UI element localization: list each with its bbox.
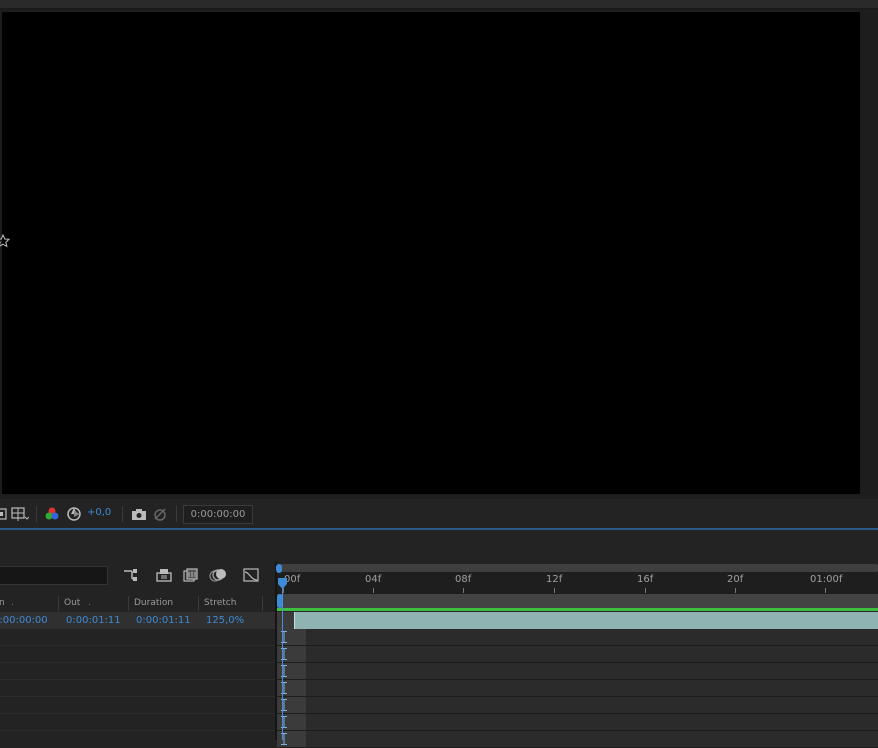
region-of-interest-icon[interactable]	[0, 506, 10, 522]
playhead-handle-icon[interactable]	[277, 578, 288, 590]
graph-editor-icon[interactable]	[242, 567, 260, 583]
viewer-tab-strip	[0, 0, 878, 9]
layer-duration-bar[interactable]	[294, 612, 878, 629]
list-item	[0, 629, 275, 646]
list-item	[0, 714, 275, 731]
column-in[interactable]: n	[0, 598, 5, 608]
track-row	[277, 663, 878, 680]
layer-stretch[interactable]: 125,0%	[206, 615, 244, 626]
exposure-value[interactable]: +0,0	[87, 507, 111, 518]
list-item	[0, 680, 275, 697]
render-cache-indicator	[277, 608, 878, 611]
track-row	[277, 680, 878, 697]
ruler-tick	[373, 588, 374, 593]
layer-property-rows	[0, 629, 275, 740]
snapshot-camera-icon[interactable]	[131, 506, 147, 522]
grid-guides-icon[interactable]	[11, 506, 30, 522]
draft-3d-icon[interactable]	[155, 567, 173, 583]
anchor-star-icon	[0, 233, 11, 248]
playhead-line[interactable]	[282, 582, 283, 740]
sort-indicator: .	[11, 598, 14, 608]
track-row	[277, 646, 878, 663]
ruler-label: 04f	[365, 574, 382, 585]
layer-duration[interactable]: 0:00:01:11	[136, 615, 191, 626]
column-divider	[128, 596, 129, 611]
ruler-tick	[735, 588, 736, 593]
ruler-label: 20f	[727, 574, 744, 585]
ruler-label: 08f	[455, 574, 472, 585]
layer-out-point[interactable]: 0:00:01:11	[66, 615, 121, 626]
current-time-display[interactable]: 0:00:00:00	[183, 505, 253, 524]
navigator-start-handle[interactable]	[276, 564, 282, 573]
toolbar-divider	[122, 506, 123, 522]
work-area-bar[interactable]	[277, 594, 878, 608]
channel-rgb-icon[interactable]	[44, 506, 60, 522]
list-item	[0, 697, 275, 714]
ruler-tick	[463, 588, 464, 593]
layer-bar-gap	[277, 612, 294, 629]
composition-flowchart-icon[interactable]	[122, 567, 140, 583]
layer-search-input[interactable]	[0, 566, 108, 585]
column-stretch[interactable]: Stretch	[204, 598, 236, 608]
motion-blur-icon[interactable]	[209, 567, 227, 583]
column-divider	[262, 596, 263, 611]
ruler-label: 16f	[637, 574, 654, 585]
column-duration[interactable]: Duration	[134, 598, 173, 608]
layer-in-point[interactable]: 0:00:00:00	[0, 615, 48, 626]
show-snapshot-icon[interactable]	[152, 506, 168, 522]
column-divider	[58, 596, 59, 611]
ruler-label: 01:00f	[810, 574, 843, 585]
sort-indicator: .	[88, 598, 91, 608]
timeline-property-tracks	[277, 629, 878, 748]
ruler-tick	[554, 588, 555, 593]
toolbar-divider	[176, 506, 177, 522]
list-item	[0, 646, 275, 663]
ruler-tick	[825, 588, 826, 593]
track-row	[277, 714, 878, 731]
ruler-tick	[645, 588, 646, 593]
column-out[interactable]: Out	[64, 598, 80, 608]
time-navigator-bar[interactable]	[280, 564, 878, 572]
ruler-label: 12f	[546, 574, 563, 585]
composition-canvas[interactable]	[2, 12, 860, 494]
track-row	[277, 697, 878, 714]
frame-blending-icon[interactable]	[182, 567, 200, 583]
track-row	[277, 629, 878, 646]
list-item	[0, 663, 275, 680]
reset-exposure-icon[interactable]	[66, 506, 82, 522]
toolbar-divider	[36, 506, 37, 522]
column-divider	[198, 596, 199, 611]
